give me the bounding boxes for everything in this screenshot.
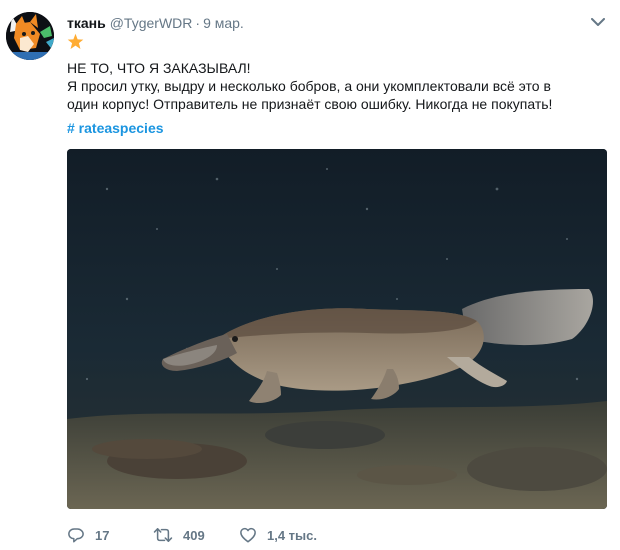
tweet: ткань @TygerWDR · 9 мар. НЕ ТО, ЧТО Я ЗА…: [0, 0, 620, 550]
fox-avatar-icon: [6, 12, 54, 60]
tweet-text-line: один корпус! Отправитель не признаёт сво…: [67, 96, 553, 112]
separator-dot: ·: [195, 15, 201, 31]
reply-icon: [68, 528, 84, 543]
hashtag-link[interactable]: # rateaspecies: [67, 120, 164, 136]
heart-icon: [240, 527, 256, 543]
author-display-name[interactable]: ткань: [67, 15, 106, 31]
tweet-text-line: НЕ ТО, ЧТО Я ЗАКАЗЫВАЛ!: [67, 60, 251, 76]
tweet-text-line: Я просил утку, выдру и несколько бобров,…: [67, 78, 551, 94]
author-handle[interactable]: @TygerWDR: [110, 15, 193, 31]
reply-button[interactable]: 17: [67, 526, 153, 544]
tweet-header: ткань @TygerWDR · 9 мар.: [67, 14, 244, 32]
like-button[interactable]: 1,4 тыс.: [239, 526, 339, 544]
tweet-text: НЕ ТО, ЧТО Я ЗАКАЗЫВАЛ! Я просил утку, в…: [67, 59, 597, 113]
retweet-count: 409: [183, 527, 205, 543]
platypus-photo: [67, 149, 607, 509]
retweet-button[interactable]: 409: [153, 526, 239, 544]
chevron-down-icon[interactable]: [588, 14, 608, 30]
tweet-date[interactable]: 9 мар.: [203, 15, 244, 31]
like-count: 1,4 тыс.: [267, 527, 317, 543]
tweet-actions: 17 409 1,4 тыс.: [67, 524, 339, 546]
retweet-icon: [153, 528, 173, 542]
reply-count: 17: [95, 527, 110, 543]
avatar[interactable]: [6, 12, 54, 60]
tweet-media[interactable]: [67, 149, 607, 509]
star-icon: [67, 33, 84, 50]
